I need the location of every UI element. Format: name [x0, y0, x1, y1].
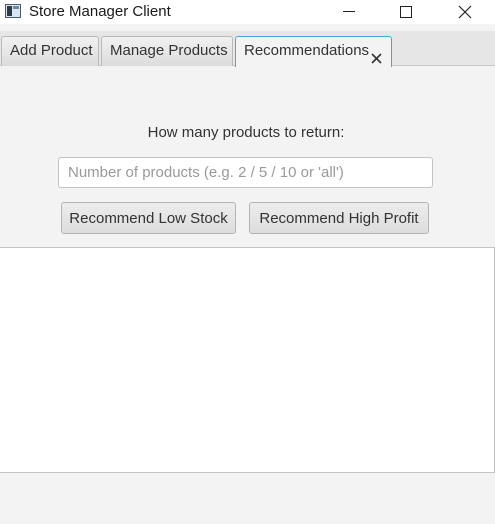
product-count-label: How many products to return: [147, 124, 345, 141]
app-window-icon[interactable] [5, 4, 21, 18]
minimize-button[interactable] [326, 0, 372, 24]
close-window-button[interactable] [442, 0, 488, 24]
tab-bar: Add Product Manage Products Recommendati… [0, 31, 495, 67]
tab-close-icon[interactable] [371, 46, 382, 64]
tab-label: Manage Products [110, 42, 228, 59]
maximize-button[interactable] [383, 0, 429, 24]
recommend-low-stock-button[interactable]: Recommend Low Stock [61, 202, 236, 234]
results-text-area[interactable] [0, 247, 495, 473]
title-bar: Store Manager Client [0, 0, 495, 24]
tab-label: Recommendations [244, 42, 370, 59]
maximize-icon [400, 6, 412, 18]
tab-recommendations[interactable]: Recommendations [235, 36, 392, 67]
product-count-input[interactable] [58, 157, 433, 188]
tab-manage-products[interactable]: Manage Products [101, 36, 233, 66]
close-icon [458, 5, 472, 19]
window-title: Store Manager Client [29, 3, 171, 20]
tab-add-product[interactable]: Add Product [1, 36, 99, 66]
minimize-icon [343, 11, 355, 12]
tab-label: Add Product [10, 42, 93, 59]
recommend-high-profit-button[interactable]: Recommend High Profit [249, 202, 429, 234]
